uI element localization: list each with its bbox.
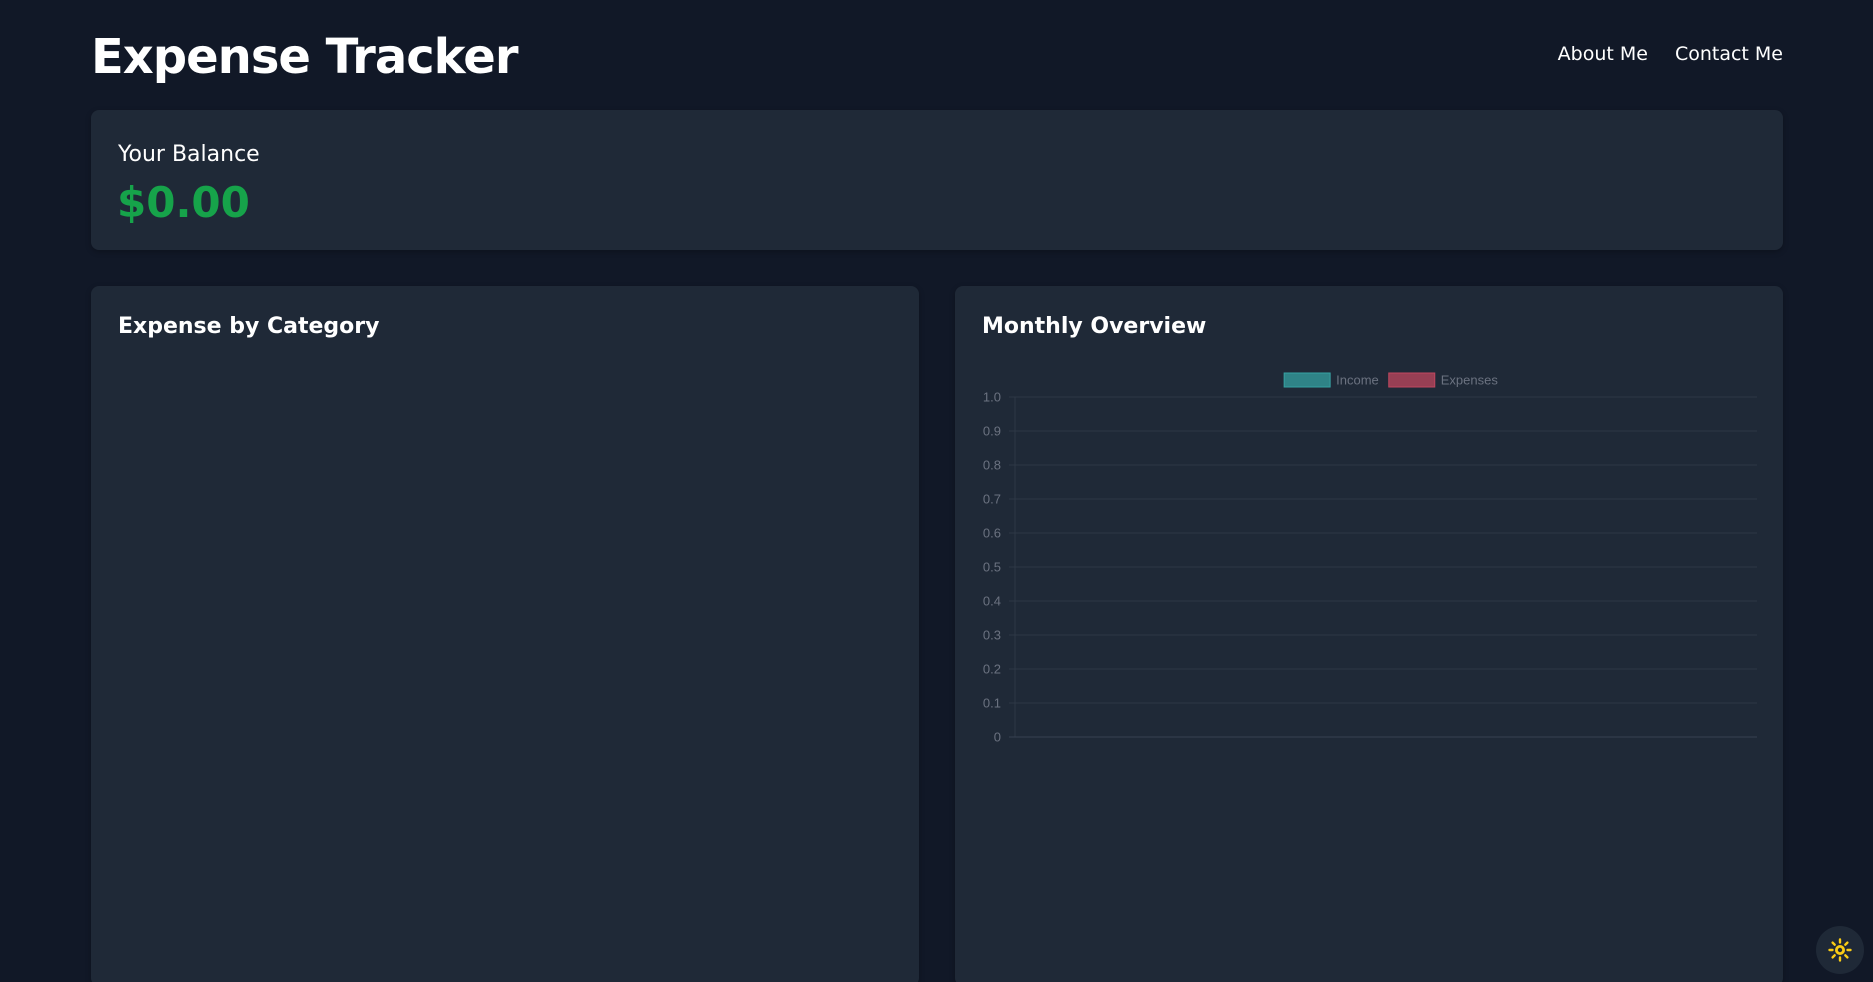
app-title: Expense Tracker [91, 29, 519, 85]
y-tick-label: 0.6 [983, 526, 1001, 541]
legend-label-expenses: Expenses [1441, 373, 1499, 388]
y-tick-label: 0.4 [983, 594, 1001, 609]
balance-amount: $0.00 [117, 178, 250, 227]
nav-contact-me-link[interactable]: Contact Me [1675, 43, 1783, 65]
y-tick-label: 0.2 [983, 662, 1001, 677]
y-tick-label: 0.8 [983, 458, 1001, 473]
y-tick-label: 0.1 [983, 696, 1001, 711]
theme-toggle-button[interactable] [1816, 926, 1864, 974]
header: Expense Tracker About Me Contact Me [91, 22, 1783, 92]
legend-swatch-expenses [1388, 372, 1436, 388]
monthly-overview-chart: Income Expenses 0 0.1 0.2 0.3 0.4 0.5 0.6 0.7 0.8 0… [983, 372, 1757, 745]
balance-card: Your Balance $0.00 [91, 110, 1783, 250]
sun-icon [1828, 938, 1852, 962]
y-tick-label: 0.5 [983, 560, 1001, 575]
nav-about-me-link[interactable]: About Me [1558, 43, 1648, 65]
monthly-overview-panel: Monthly Overview Income Expenses 0 0.1 0.2 0.… [955, 286, 1783, 982]
y-tick-label: 1.0 [983, 390, 1001, 405]
balance-label: Your Balance [118, 142, 260, 167]
y-tick-label: 0.7 [983, 492, 1001, 507]
y-tick-label: 0 [994, 730, 1001, 745]
y-tick-label: 0.3 [983, 628, 1001, 643]
legend-swatch-income [1283, 372, 1331, 388]
expense-by-category-panel: Expense by Category [91, 286, 919, 982]
legend-label-income: Income [1336, 373, 1379, 388]
y-tick-label: 0.9 [983, 424, 1001, 439]
top-nav: About Me Contact Me [1558, 43, 1783, 65]
expense-by-category-title: Expense by Category [118, 314, 380, 339]
